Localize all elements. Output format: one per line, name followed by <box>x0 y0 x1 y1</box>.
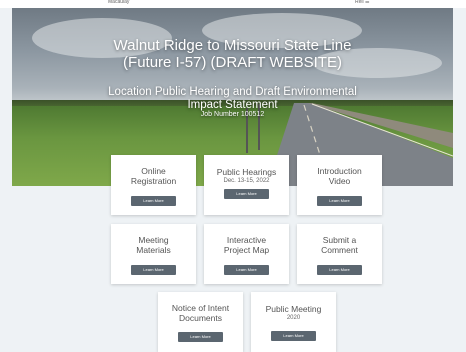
learn-more-button[interactable]: Learn More <box>178 332 223 342</box>
job-number: Job Number 100512 <box>200 111 265 118</box>
learn-more-button[interactable]: Learn More <box>131 265 176 275</box>
hero-title: Walnut Ridge to Missouri State Line (Fut… <box>113 37 352 71</box>
card-public-hearings: Public Hearings Dec. 13-15, 2022 Learn M… <box>204 155 289 215</box>
site-brand-link[interactable]: Macaulay <box>108 0 129 5</box>
card-title: Public Meeting <box>265 304 322 314</box>
card-title: Online Registration <box>130 166 177 186</box>
top-navigation-bar: Macaulay Reli ☰ <box>0 0 466 8</box>
card-title: Interactive Project Map <box>223 235 270 255</box>
card-date: 2020 <box>286 315 301 321</box>
learn-more-button[interactable]: Learn More <box>271 331 316 341</box>
menu-link[interactable]: Reli ☰ <box>355 0 370 5</box>
card-submit-comment: Submit a Comment Learn More <box>297 224 382 284</box>
learn-more-button[interactable]: Learn More <box>224 265 269 275</box>
card-title: Introduction Video <box>317 166 362 186</box>
learn-more-button[interactable]: Learn More <box>224 189 269 199</box>
learn-more-button[interactable]: Learn More <box>131 196 176 206</box>
card-title: Notice of Intent Documents <box>171 303 230 323</box>
card-meeting-materials: Meeting Materials Learn More <box>111 224 196 284</box>
learn-more-button[interactable]: Learn More <box>317 196 362 206</box>
card-title: Submit a Comment <box>321 235 358 255</box>
card-online-registration: Online Registration Learn More <box>111 155 196 215</box>
card-introduction-video: Introduction Video Learn More <box>297 155 382 215</box>
hero-subtitle: Location Public Hearing and Draft Enviro… <box>108 86 357 111</box>
card-public-meeting: Public Meeting 2020 Learn More <box>251 292 336 352</box>
card-title: Meeting Materials <box>136 235 171 255</box>
card-date: Dec. 13-15, 2022 <box>223 178 270 184</box>
card-interactive-project-map: Interactive Project Map Learn More <box>204 224 289 284</box>
learn-more-button[interactable]: Learn More <box>317 265 362 275</box>
card-notice-of-intent: Notice of Intent Documents Learn More <box>158 292 243 352</box>
card-title: Public Hearings <box>216 167 277 177</box>
